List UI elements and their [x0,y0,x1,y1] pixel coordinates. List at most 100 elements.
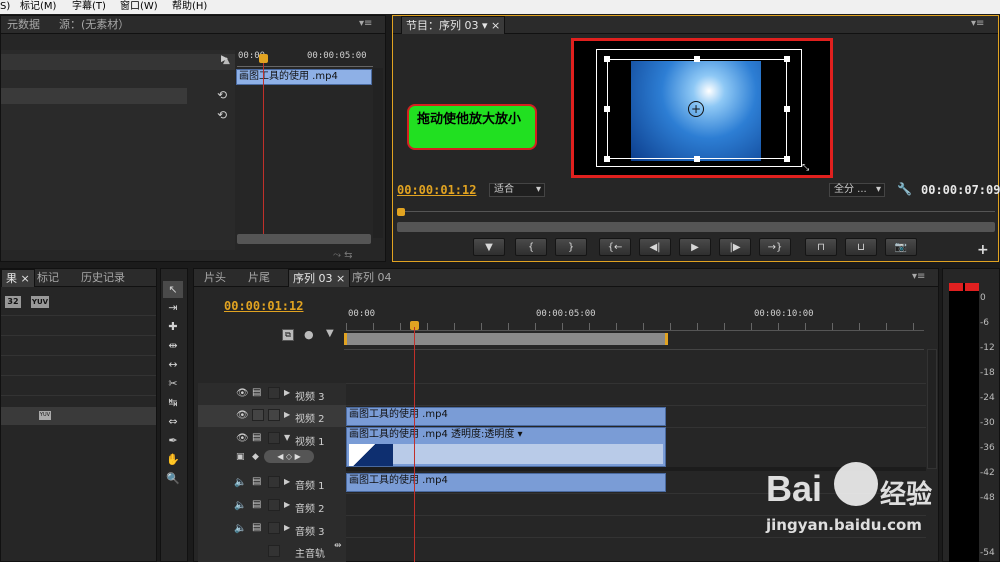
add-marker-icon[interactable]: ▼ [326,328,334,339]
go-to-out-button[interactable]: →} [759,238,791,256]
slip-tool-icon[interactable]: ↹ [163,394,183,411]
speaker-icon[interactable]: 🔈 [234,477,246,488]
collapse-arrow-icon[interactable]: ▼ [284,433,290,442]
resolution-select[interactable]: 全分 ... ▾ [829,183,885,197]
lock-icon[interactable]: ▤ [252,432,261,443]
source-hscrollbar[interactable] [237,234,371,244]
tab-sequence-04[interactable]: 序列 04 [348,269,396,287]
lift-button[interactable]: ⊓ [805,238,837,256]
menu-item-help[interactable]: 帮助(H) [172,0,207,14]
pen-tool-icon[interactable]: ✒ [163,432,183,449]
timeline-current-time[interactable]: 00:00:01:12 [224,299,303,313]
tab-effects[interactable]: 果 × [1,269,35,287]
reset-icon[interactable]: ⟲ [217,88,227,102]
tab-markers[interactable]: 标记 [33,269,63,287]
rolling-edit-tool-icon[interactable]: ⇹ [163,337,183,354]
speaker-icon[interactable]: 🔈 [234,523,246,534]
eye-icon[interactable]: 👁 [236,388,249,399]
tab-metadata[interactable]: 元数据 [3,16,44,34]
source-clip[interactable]: 画图工具的使用 .mp4 [236,69,372,85]
sync-lock-icon[interactable]: ▤ [252,522,261,533]
source-vscrollbar[interactable] [373,68,383,238]
play-button[interactable]: ▶ [679,238,711,256]
program-playhead-handle[interactable] [397,208,405,216]
tab-history[interactable]: 历史记录 [77,269,129,287]
clip-indicator-right[interactable] [965,283,979,291]
scale-handle[interactable] [604,56,610,62]
clip-indicator-left[interactable] [949,283,963,291]
scale-handle[interactable] [694,56,700,62]
yuv-badge-icon[interactable]: YUV [31,296,49,308]
wrench-icon[interactable]: 🔧 [897,182,912,196]
opacity-rubberband-area[interactable] [393,444,663,464]
clip-audio1[interactable]: 画图工具的使用 .mp4 [346,473,666,492]
clip-video1[interactable]: 画图工具的使用 .mp4 透明度:透明度 ▾ [346,427,666,467]
tab-program[interactable]: 节目：序列 03 ▾ × [401,16,506,34]
32bit-badge-icon[interactable]: 32 [5,296,21,308]
tab-sequence-03[interactable]: 序列 03 × [288,269,351,287]
snap-icon[interactable]: ⧉ [282,329,294,341]
expand-arrow-icon[interactable]: ▶ [284,500,290,509]
lock-icon[interactable]: ▤ [252,387,261,398]
close-icon[interactable]: × [491,19,500,32]
step-back-button[interactable]: ◀| [639,238,671,256]
eye-icon[interactable]: 👁 [236,433,249,444]
export-frame-button[interactable]: 📷 [885,238,917,256]
add-button-icon[interactable]: + [977,242,989,258]
razor-tool-icon[interactable]: ✂ [163,375,183,392]
scale-handle[interactable] [784,156,790,162]
track-lock-toggle[interactable] [268,432,280,444]
panel-menu-icon[interactable]: ▾≡ [359,18,372,29]
add-marker-button[interactable]: ▼ [473,238,505,256]
menu-item-s[interactable]: S) [0,0,10,14]
track-lock-toggle[interactable] [268,499,280,511]
hand-tool-icon[interactable]: ✋ [163,451,183,468]
go-to-in-button[interactable]: {← [599,238,631,256]
expand-arrow-icon[interactable]: ▶ [284,523,290,532]
zoom-tool-icon[interactable]: 🔍 [163,470,183,487]
slide-tool-icon[interactable]: ⇔ [163,413,183,430]
fx-row-selected[interactable] [1,88,187,104]
tab-ending[interactable]: 片尾 [244,269,274,287]
eye-icon[interactable]: 👁 [236,410,249,421]
display-style-icon[interactable]: ▣ [236,452,245,462]
program-zoom-scrollbar[interactable] [397,222,995,232]
track-lock-toggle[interactable] [268,387,280,399]
panel-menu-icon[interactable]: ▾≡ [971,18,984,29]
scale-handle[interactable] [604,106,610,112]
track-select-tool-icon[interactable]: ⇥ [163,299,183,316]
selection-tool-icon[interactable]: ↖ [163,281,183,298]
menu-item-marker[interactable]: 标记(M) [20,0,56,14]
speaker-icon[interactable]: 🔈 [234,500,246,511]
ripple-icon[interactable]: ⤳ ⇆ [333,250,353,261]
timeline-playhead[interactable] [414,327,415,562]
source-playhead[interactable] [263,58,264,238]
scale-handle[interactable] [694,156,700,162]
work-area-bar[interactable] [344,333,668,345]
track-toggle[interactable] [252,409,264,421]
tab-opening[interactable]: 片头 [200,269,230,287]
track-lock-toggle[interactable] [268,522,280,534]
step-forward-button[interactable]: |▶ [719,238,751,256]
scale-handle[interactable] [784,56,790,62]
expand-arrow-icon[interactable]: ▶ [284,388,290,397]
extract-button[interactable]: ⊔ [845,238,877,256]
master-expand-icon[interactable]: ⇹ [334,541,342,551]
sync-lock-icon[interactable]: ▤ [252,499,261,510]
keyframe-navigator[interactable]: ◀ ◇ ▶ [264,450,314,463]
keyframe-icon[interactable]: ◆ [252,452,259,462]
anchor-point-icon[interactable]: + [688,101,704,117]
track-lock-toggle[interactable] [268,545,280,557]
track-lock-toggle[interactable] [268,476,280,488]
scale-handle[interactable] [784,106,790,112]
close-icon[interactable]: × [336,272,345,285]
ripple-edit-tool-icon[interactable]: ✚ [163,318,183,335]
sync-lock-icon[interactable]: ▤ [252,476,261,487]
menu-item-window[interactable]: 窗口(W) [120,0,158,14]
expand-arrow-icon[interactable]: ▶ [284,477,290,486]
mark-in-button[interactable]: { [515,238,547,256]
reset-icon[interactable]: ⟲ [217,108,227,122]
mark-out-button[interactable]: } [555,238,587,256]
dropdown-icon[interactable]: ▾ [482,19,488,32]
scale-handle[interactable] [604,156,610,162]
